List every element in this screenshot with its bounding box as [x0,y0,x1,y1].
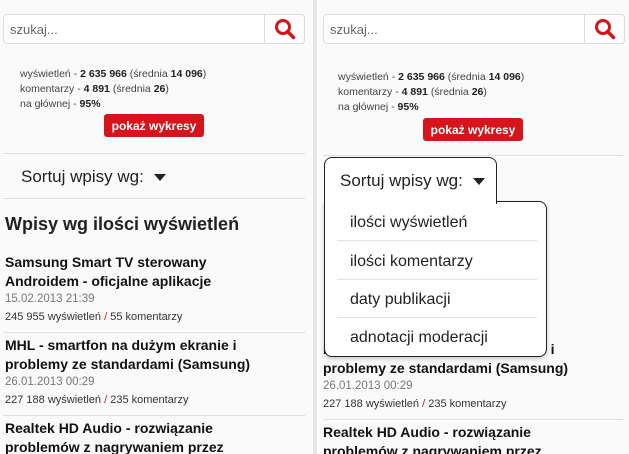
show-charts-button[interactable]: pokaż wykresy [104,114,204,137]
sort-label: Sortuj wpisy wg: [21,167,144,186]
stats-block: wyświetleń - 2 635 966 (średnia 14 096) … [20,67,206,112]
search-icon [275,19,296,40]
sort-dropdown[interactable]: Sortuj wpisy wg: [21,167,166,187]
sort-label: Sortuj wpisy wg: [340,171,463,190]
post-title[interactable]: Realtek HD Audio - rozwiązanie problemów … [5,419,305,454]
caret-down-icon [472,178,485,186]
divider-line [323,155,623,156]
sort-option-date[interactable]: daty publikacji [350,291,451,309]
menu-divider [337,279,537,280]
post-meta: 245 955 wyświetleń / 55 komentarzy [5,311,183,323]
divider-line [3,332,305,333]
post-title[interactable]: Realtek HD Audio - rozwiązanie problemów … [323,423,623,454]
show-charts-button[interactable]: pokaż wykresy [423,118,523,141]
search-box [3,14,305,44]
post-item[interactable]: Realtek HD Audio - rozwiązanie problemów … [5,419,305,454]
post-date: 15.02.2013 21:39 [5,293,95,305]
stats-block: wyświetleń - 2 635 966 (średnia 14 096) … [338,70,524,115]
menu-divider [337,240,537,241]
search-button[interactable] [584,15,625,43]
search-button[interactable] [264,15,305,43]
search-box [323,14,625,44]
stats-views: wyświetleń - 2 635 966 (średnia 14 096) [338,71,525,83]
right-panel: wyświetleń - 2 635 966 (średnia 14 096) … [317,0,629,454]
search-icon [595,19,616,40]
post-date: 26.01.2013 00:29 [5,376,95,388]
stats-home: na głównej - 95% [20,98,101,110]
search-input[interactable] [4,15,266,43]
sort-dropdown[interactable]: Sortuj wpisy wg: [324,157,497,204]
stats-home: na głównej - 95% [338,101,419,113]
sort-menu: ilości wyświetleń ilości komentarzy daty… [324,201,547,357]
left-panel: wyświetleń - 2 635 966 (średnia 14 096) … [0,0,313,454]
post-item[interactable]: Samsung Smart TV sterowany Androidem - of… [5,253,305,323]
caret-down-icon [153,174,166,182]
post-item[interactable]: Realtek HD Audio - rozwiązanie problemów … [323,423,623,454]
divider-line [3,198,305,199]
sort-option-views[interactable]: ilości wyświetleń [350,214,467,232]
section-heading: Wpisy wg ilości wyświetleń [5,214,240,234]
menu-divider [337,317,537,318]
post-date: 26.01.2013 00:29 [323,380,413,392]
divider-line [3,153,305,154]
stats-views: wyświetleń - 2 635 966 (średnia 14 096) [20,68,207,80]
divider-line [3,415,305,416]
post-title[interactable]: MHL - smartfon na dużym ekranie iproblem… [5,336,305,374]
post-meta: 227 188 wyświetleń / 235 komentarzy [323,398,507,410]
stats-comments: komentarzy - 4 891 (średnia 26) [20,83,169,95]
stats-comments: komentarzy - 4 891 (średnia 26) [338,86,487,98]
sort-option-moderation[interactable]: adnotacji moderacji [350,329,488,347]
post-meta: 227 188 wyświetleń / 235 komentarzy [5,394,189,406]
post-item[interactable]: MHL - smartfon na dużym ekranie iproblem… [5,336,305,406]
sort-option-comments[interactable]: ilości komentarzy [350,253,473,271]
post-title[interactable]: Samsung Smart TV sterowany Androidem - of… [5,253,305,291]
search-input[interactable] [324,15,586,43]
divider-line [323,419,623,420]
